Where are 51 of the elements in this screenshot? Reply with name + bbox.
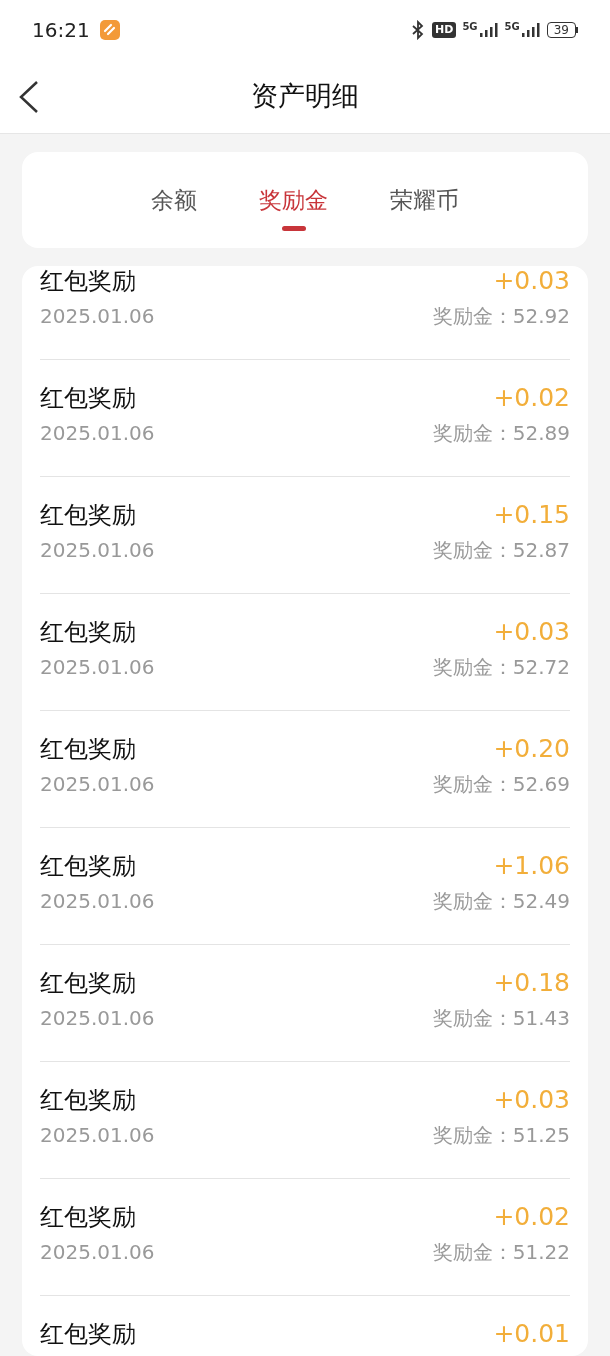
tab[interactable]: 余额 (151, 184, 197, 231)
record-amount: +1.06 (493, 850, 570, 883)
record-balance: 奖励金：52.92 (432, 303, 570, 330)
record-title: 红包奖励 (40, 851, 136, 882)
record-amount: +0.15 (493, 499, 570, 532)
record-amount: +0.02 (493, 382, 570, 415)
record-title: 红包奖励 (40, 500, 136, 531)
page-title: 资产明细 (251, 79, 359, 114)
battery-icon: 39 (546, 22, 578, 38)
record-balance: 奖励金：52.69 (432, 771, 570, 798)
tab[interactable]: 奖励金 (259, 184, 328, 231)
tab[interactable]: 荣耀币 (390, 184, 459, 231)
record-date: 2025.01.06 (40, 1122, 155, 1149)
record-amount: +0.18 (493, 967, 570, 1000)
record-date: 2025.01.06 (40, 303, 155, 330)
record-date: 2025.01.06 (40, 1005, 155, 1032)
record-amount: +0.03 (493, 616, 570, 649)
network-label: 5G (504, 22, 520, 32)
record-balance: 奖励金：52.87 (432, 537, 570, 564)
record-title: 红包奖励 (40, 266, 136, 297)
hd-badge: HD (432, 22, 457, 38)
record-date: 2025.01.06 (40, 771, 155, 798)
record-balance: 奖励金：51.43 (432, 1005, 570, 1032)
record-date: 2025.01.06 (40, 888, 155, 915)
back-icon[interactable] (18, 79, 40, 114)
record-amount: +0.03 (493, 266, 570, 298)
record-balance: 奖励金：52.49 (432, 888, 570, 915)
record-title: 红包奖励 (40, 968, 136, 999)
record-balance: 奖励金：51.22 (432, 1239, 570, 1266)
app-notification-icon (99, 20, 120, 40)
record-amount: +0.03 (493, 1084, 570, 1117)
record-title: 红包奖励 (40, 1085, 136, 1116)
record-title: 红包奖励 (40, 383, 136, 414)
record-amount: +0.20 (493, 733, 570, 766)
record-amount: +0.02 (493, 1201, 570, 1234)
record-balance: 奖励金：52.89 (432, 420, 570, 447)
signal-icon (478, 22, 499, 38)
record-title: 红包奖励 (40, 1202, 136, 1233)
status-time: 16:21 (32, 17, 90, 44)
record-title: 红包奖励 (40, 1319, 136, 1350)
record-balance: 奖励金：52.72 (432, 654, 570, 681)
record-date: 2025.01.06 (40, 537, 155, 564)
record-title: 红包奖励 (40, 734, 136, 765)
record-amount: +0.01 (493, 1318, 570, 1351)
record-date: 2025.01.06 (40, 420, 155, 447)
record-title: 红包奖励 (40, 617, 136, 648)
record-date: 2025.01.06 (40, 654, 155, 681)
network-label: 5G (462, 22, 478, 32)
record-balance: 奖励金：51.25 (432, 1122, 570, 1149)
record-date: 2025.01.06 (40, 1239, 155, 1266)
signal-icon (520, 22, 541, 38)
